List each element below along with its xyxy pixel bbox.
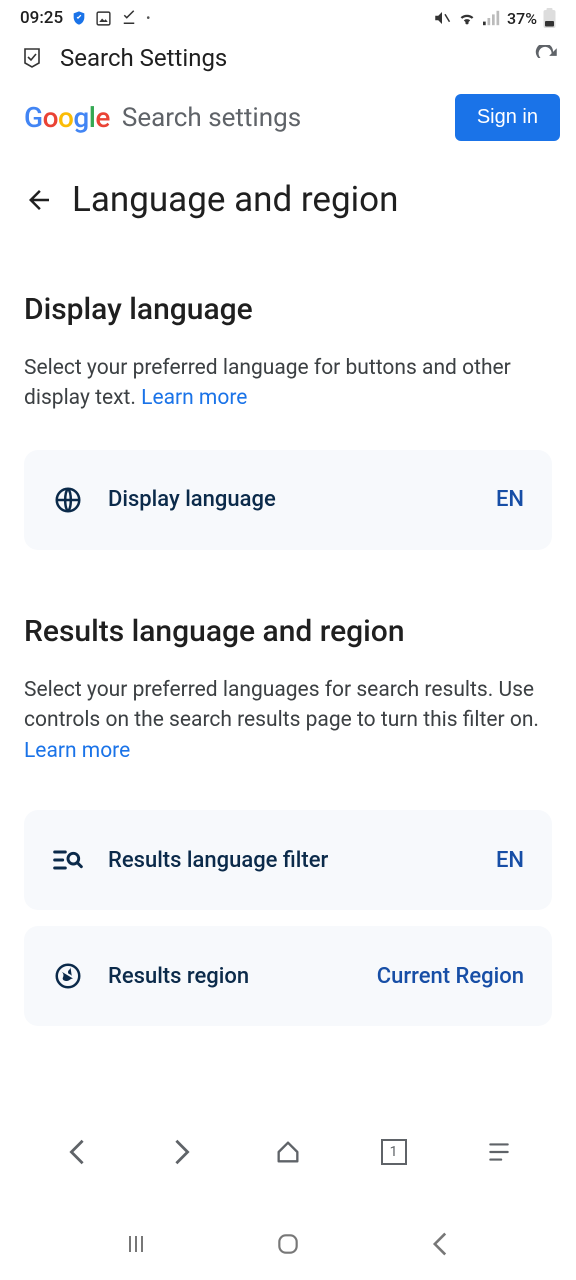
learn-more-link[interactable]: Learn more: [141, 386, 247, 410]
status-bar: 09:25 • 37%: [0, 0, 576, 32]
learn-more-link[interactable]: Learn more: [24, 739, 130, 763]
browser-page-title: Search Settings: [60, 44, 518, 72]
section-description: Select your preferred languages for sear…: [24, 675, 552, 766]
dot-icon: •: [146, 11, 150, 25]
home-nav-icon[interactable]: [268, 1224, 308, 1264]
home-icon[interactable]: [268, 1132, 308, 1172]
browser-title-bar: Search Settings: [0, 32, 576, 84]
globe-icon: [52, 484, 84, 516]
battery-icon: [543, 8, 556, 28]
card-label: Results region: [108, 964, 353, 989]
tabs-count: 1: [381, 1139, 407, 1165]
card-label: Results language filter: [108, 848, 472, 873]
browser-bottom-toolbar: 1: [0, 1112, 576, 1192]
display-language-card[interactable]: Display language EN: [24, 450, 552, 550]
back-arrow-icon[interactable]: [24, 185, 54, 215]
results-region-card[interactable]: Results region Current Region: [24, 926, 552, 1026]
section-description: Select your preferred language for butto…: [24, 353, 552, 414]
status-time: 09:25: [20, 8, 63, 28]
section-title: Results language and region: [24, 614, 552, 649]
mute-icon: [433, 9, 451, 27]
card-value: EN: [496, 487, 524, 512]
back-nav-icon[interactable]: [420, 1224, 460, 1264]
bookmark-outline-icon[interactable]: [20, 46, 44, 70]
recents-icon[interactable]: [116, 1224, 156, 1264]
card-label: Display language: [108, 487, 472, 512]
header-subtitle: Search settings: [122, 103, 443, 133]
status-left: 09:25 •: [20, 8, 150, 28]
shield-icon: [71, 10, 87, 26]
header: Google Search settings Sign in: [0, 84, 576, 151]
menu-icon[interactable]: [479, 1132, 519, 1172]
results-language-filter-card[interactable]: Results language filter EN: [24, 810, 552, 910]
filter-search-icon: [52, 844, 84, 876]
wifi-icon: [457, 10, 477, 26]
download-done-icon: [120, 9, 138, 27]
signin-button[interactable]: Sign in: [455, 94, 560, 141]
system-nav-bar: [0, 1208, 576, 1280]
card-value: Current Region: [377, 964, 524, 989]
earth-icon: [52, 960, 84, 992]
page-title: Language and region: [72, 179, 398, 220]
browser-back-icon[interactable]: [57, 1132, 97, 1172]
signal-icon: [483, 10, 501, 26]
section-display-language: Display language Select your preferred l…: [0, 292, 576, 550]
browser-forward-icon[interactable]: [162, 1132, 202, 1172]
google-logo: Google: [24, 101, 110, 134]
section-title: Display language: [24, 292, 552, 327]
reload-icon[interactable]: [534, 45, 560, 71]
page-header: Language and region: [0, 151, 576, 228]
card-value: EN: [496, 848, 524, 873]
image-icon: [95, 10, 112, 27]
section-results-language-region: Results language and region Select your …: [0, 614, 576, 1026]
tabs-button[interactable]: 1: [374, 1132, 414, 1172]
battery-percent: 37%: [507, 9, 537, 28]
status-right: 37%: [433, 8, 556, 28]
